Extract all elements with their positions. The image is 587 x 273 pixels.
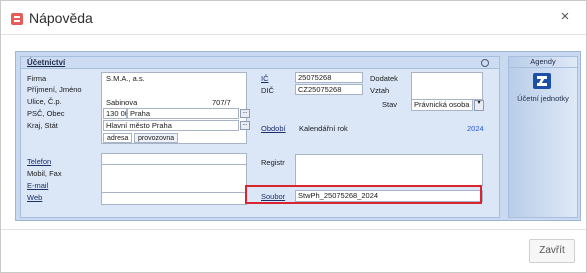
label-firma: Firma <box>27 74 47 83</box>
label-psc: PSČ, Obec <box>27 109 65 118</box>
label-ic[interactable]: IČ <box>261 74 269 83</box>
web-field[interactable] <box>101 192 247 205</box>
obdobi-year[interactable]: 2024 <box>467 124 484 133</box>
kraj-field[interactable]: Hlavní město Praha <box>103 120 239 131</box>
footer-divider <box>1 229 586 230</box>
close-icon[interactable]: × <box>558 9 572 24</box>
label-dodatek: Dodatek <box>370 74 398 83</box>
prijmeni-field[interactable] <box>103 85 243 95</box>
help-dialog: Nápověda × Účetnictví Firma Příjmení, Jm… <box>0 0 587 273</box>
mobil-field[interactable] <box>102 166 246 178</box>
label-kraj: Kraj, Stát <box>27 121 58 130</box>
label-vztah: Vztah <box>370 86 390 95</box>
ic-field[interactable]: 25075268 <box>295 72 363 83</box>
title-bar: Nápověda × <box>1 1 586 35</box>
label-ulice: Ulice, Č.p. <box>27 97 62 106</box>
email-field[interactable] <box>102 179 246 191</box>
label-stav: Stav <box>382 100 398 109</box>
agenda-item-ucetni-jednotky[interactable]: Účetní jednotky <box>509 94 577 103</box>
telefon-field[interactable] <box>101 153 247 165</box>
obec-picker-button[interactable]: ... <box>240 109 250 118</box>
tab-provozovna[interactable]: provozovna <box>134 133 179 143</box>
agenda-panel: Agendy Účetní jednotky <box>508 56 578 218</box>
kraj-picker-button[interactable]: ... <box>240 121 250 130</box>
label-prijmeni: Příjmení, Jméno <box>27 85 82 94</box>
chevron-down-icon[interactable]: ▾ <box>474 100 484 111</box>
dic-field[interactable]: CZ25075268 <box>295 84 363 95</box>
accounting-unit-icon[interactable] <box>533 73 551 89</box>
help-icon <box>11 13 23 25</box>
cislo-field[interactable]: 707/7 <box>209 97 245 107</box>
dodatek-field[interactable] <box>411 72 483 100</box>
label-obdobi[interactable]: Období <box>261 124 286 133</box>
registr-field[interactable] <box>295 154 483 186</box>
label-dic: DIČ <box>261 86 274 95</box>
panel-header: Účetnictví <box>21 57 499 69</box>
label-telefon[interactable]: Telefon <box>27 157 51 166</box>
firma-field[interactable]: S.M.A., a.s. <box>103 73 243 83</box>
dialog-title: Nápověda <box>29 10 93 26</box>
close-button[interactable]: Zavřít <box>529 239 575 263</box>
gear-icon[interactable] <box>481 59 489 67</box>
tab-adresa[interactable]: adresa <box>103 133 133 143</box>
label-email[interactable]: E-mail <box>27 181 48 190</box>
obdobi-value: Kalendářní rok <box>299 124 348 133</box>
label-mobil: Mobil, Fax <box>27 169 62 178</box>
label-registr: Registr <box>261 158 285 167</box>
agenda-header: Agendy <box>509 57 577 68</box>
obec-field[interactable]: Praha <box>127 108 239 119</box>
ulice-field[interactable]: Sabinova <box>103 97 203 107</box>
label-web[interactable]: Web <box>27 193 42 202</box>
panel-title: Účetnictví <box>27 58 66 67</box>
soubor-highlight <box>245 185 482 204</box>
psc-field[interactable]: 130 00 <box>103 108 127 119</box>
stav-select[interactable]: Právnická osoba <box>411 99 473 111</box>
